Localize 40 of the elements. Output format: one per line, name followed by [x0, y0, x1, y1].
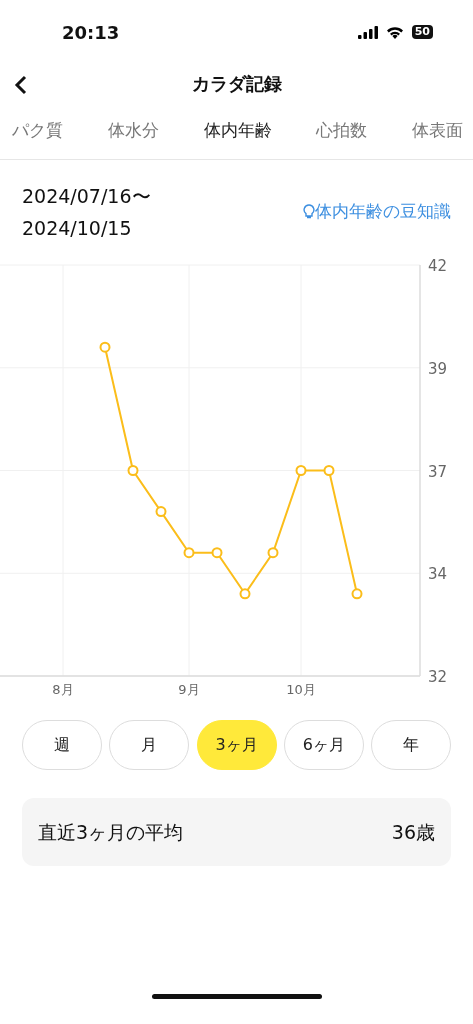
data-point — [295, 465, 307, 476]
data-point — [127, 465, 139, 476]
category-tab[interactable]: パク質 — [8, 117, 67, 144]
y-axis-label: 34 — [428, 565, 448, 584]
period-button[interactable]: 週 — [22, 720, 102, 770]
data-point — [183, 547, 195, 559]
wifi-icon — [385, 25, 404, 39]
average-label: 直近3ヶ月の平均 — [38, 819, 184, 845]
x-axis-label: 10月 — [286, 682, 316, 697]
y-axis-label: 32 — [428, 668, 448, 686]
y-axis-label: 39 — [428, 359, 448, 378]
period-button[interactable]: 年 — [371, 720, 451, 770]
period-button[interactable]: 3ヶ月 — [196, 720, 277, 770]
date-range: 2024/07/16〜 — [22, 184, 151, 209]
category-tab[interactable]: 体表面 — [408, 117, 467, 144]
status-time: 20:13 — [62, 20, 120, 45]
x-axis-label: 9月 — [178, 682, 200, 697]
page-title: カラダ記録 — [191, 71, 282, 96]
period-button[interactable]: 月 — [109, 720, 190, 770]
category-tab[interactable]: 心拍数 — [312, 117, 372, 144]
data-point — [155, 506, 167, 518]
data-point — [99, 341, 111, 353]
period-button[interactable]: 6ヶ月 — [283, 720, 364, 770]
average-value: 36歳 — [391, 819, 435, 845]
date-range: 2024/10/15 — [22, 216, 133, 241]
data-point — [267, 547, 279, 559]
category-tab[interactable]: 体水分 — [103, 117, 163, 144]
signal-icon — [357, 25, 378, 39]
data-point — [351, 588, 363, 600]
y-axis-label: 37 — [428, 462, 448, 481]
y-axis-label: 42 — [428, 258, 448, 275]
tips-link[interactable]: 体内年齢の豆知識 — [303, 199, 451, 225]
battery-indicator: 50 — [411, 25, 433, 39]
category-tab[interactable]: 体内年齢 — [199, 117, 276, 144]
data-point — [239, 588, 251, 600]
data-point — [211, 547, 223, 559]
lightbulb-icon — [303, 204, 315, 220]
back-icon — [14, 74, 28, 95]
data-point — [323, 465, 335, 476]
x-axis-label: 8月 — [52, 682, 74, 697]
